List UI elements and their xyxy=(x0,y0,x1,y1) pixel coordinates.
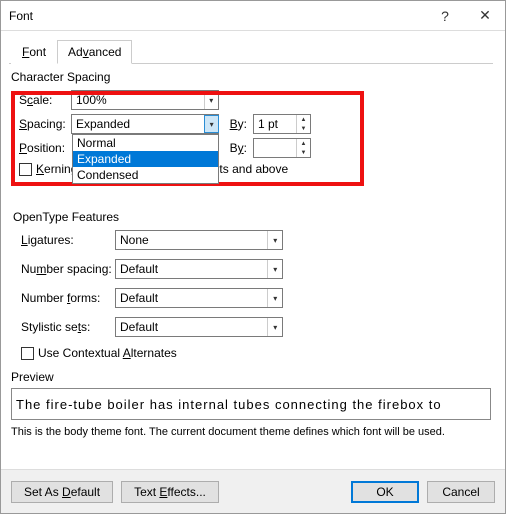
spacing-by-spinner[interactable]: ▲▼ xyxy=(253,114,311,134)
preview-title: Preview xyxy=(11,370,493,384)
tab-advanced[interactable]: Advanced xyxy=(57,40,132,64)
spacing-option-expanded[interactable]: Expanded xyxy=(73,151,218,167)
spacing-by-input[interactable] xyxy=(254,115,296,133)
chevron-down-icon[interactable]: ▾ xyxy=(204,115,219,133)
close-icon: ✕ xyxy=(479,7,491,24)
stylistic-input[interactable] xyxy=(116,318,267,336)
tab-advanced-post: anced xyxy=(89,45,122,59)
ligatures-label: Ligatures: xyxy=(11,233,115,247)
kerning-checkbox[interactable] xyxy=(19,163,32,176)
ligatures-input[interactable] xyxy=(116,231,267,249)
spacing-by-label: By: xyxy=(225,117,247,131)
help-button[interactable]: ? xyxy=(425,1,465,30)
spin-down-icon[interactable]: ▼ xyxy=(297,124,310,133)
numforms-label: Number forms: xyxy=(11,291,115,305)
contextual-checkbox[interactable] xyxy=(21,347,34,360)
tab-font[interactable]: Font xyxy=(11,40,57,64)
set-as-default-button[interactable]: Set As Default xyxy=(11,481,113,503)
ok-button[interactable]: OK xyxy=(351,481,419,503)
position-by-label: By: xyxy=(225,141,247,155)
numforms-combo[interactable]: ▾ xyxy=(115,288,283,308)
chevron-down-icon[interactable]: ▾ xyxy=(267,260,282,278)
scale-combo[interactable]: ▾ xyxy=(71,90,219,110)
preview-text: The fire-tube boiler has internal tubes … xyxy=(16,397,442,412)
contextual-label: Use Contextual Alternates xyxy=(38,346,177,360)
titlebar: Font ? ✕ xyxy=(1,1,505,31)
spacing-combo[interactable]: ▾ Normal Expanded Condensed xyxy=(71,114,219,134)
stylistic-label: Stylistic sets: xyxy=(11,320,115,334)
position-label: Position: xyxy=(9,141,65,155)
numspacing-label: Number spacing: xyxy=(11,262,115,276)
text-effects-button[interactable]: Text Effects... xyxy=(121,481,219,503)
spacing-input[interactable] xyxy=(72,115,204,133)
dialog-title: Font xyxy=(9,9,425,23)
spacing-option-condensed[interactable]: Condensed xyxy=(73,167,218,183)
chevron-down-icon[interactable]: ▾ xyxy=(204,91,218,109)
position-by-input[interactable] xyxy=(254,139,296,157)
numspacing-input[interactable] xyxy=(116,260,267,278)
spacing-label: Spacing: xyxy=(9,117,65,131)
ligatures-combo[interactable]: ▾ xyxy=(115,230,283,250)
chevron-down-icon[interactable]: ▾ xyxy=(267,231,282,249)
font-dialog: Font ? ✕ Font Advanced Character Spacing… xyxy=(0,0,506,514)
cancel-button[interactable]: Cancel xyxy=(427,481,495,503)
tab-advanced-pre: Ad xyxy=(68,45,83,59)
preview-box: The fire-tube boiler has internal tubes … xyxy=(11,388,491,420)
dialog-footer: Set As Default Text Effects... OK Cancel xyxy=(1,469,505,513)
preview-note: This is the body theme font. The current… xyxy=(11,426,491,438)
chevron-down-icon[interactable]: ▾ xyxy=(267,289,282,307)
character-spacing-title: Character Spacing xyxy=(11,70,493,84)
opentype-title: OpenType Features xyxy=(13,210,493,224)
spin-down-icon[interactable]: ▼ xyxy=(297,148,310,157)
position-by-spinner[interactable]: ▲▼ xyxy=(253,138,311,158)
scale-input[interactable] xyxy=(72,91,204,109)
numforms-input[interactable] xyxy=(116,289,267,307)
tab-font-rest: ont xyxy=(29,45,46,59)
numspacing-combo[interactable]: ▾ xyxy=(115,259,283,279)
close-button[interactable]: ✕ xyxy=(465,1,505,30)
spin-up-icon[interactable]: ▲ xyxy=(297,115,310,124)
spin-up-icon[interactable]: ▲ xyxy=(297,139,310,148)
spacing-dropdown-list: Normal Expanded Condensed xyxy=(72,134,219,184)
spacing-option-normal[interactable]: Normal xyxy=(73,135,218,151)
scale-label: Scale: xyxy=(9,93,65,107)
stylistic-combo[interactable]: ▾ xyxy=(115,317,283,337)
tab-strip: Font Advanced xyxy=(9,39,493,64)
chevron-down-icon[interactable]: ▾ xyxy=(267,318,282,336)
